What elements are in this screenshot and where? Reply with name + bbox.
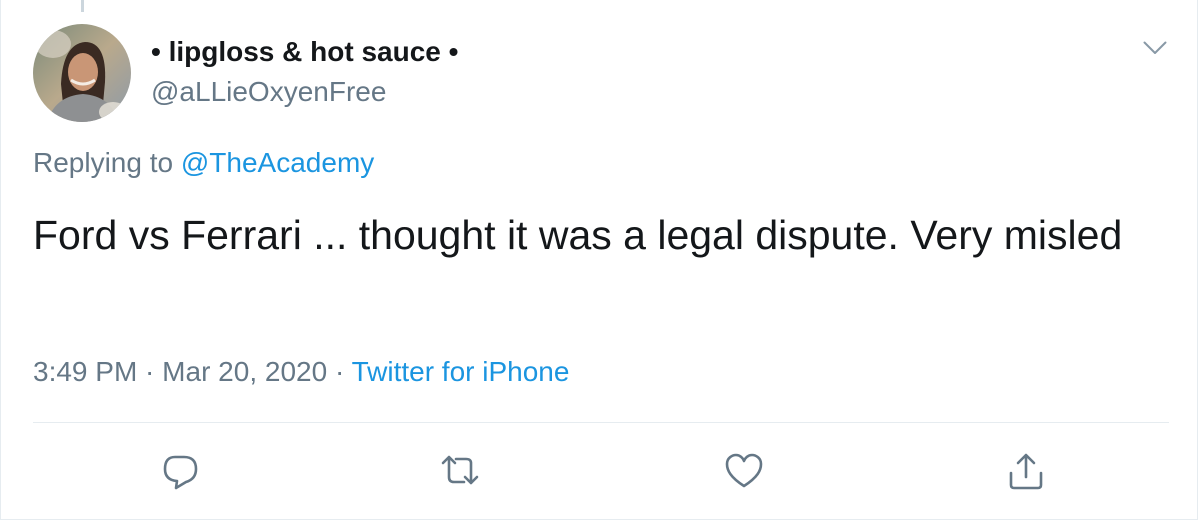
user-handle[interactable]: @aLLieOxyenFree [151,76,386,108]
tweet-date[interactable]: Mar 20, 2020 [162,356,327,387]
divider [33,422,1169,423]
replying-to-line: Replying to @TheAcademy [33,147,374,179]
tweet-meta: 3:49 PM · Mar 20, 2020 · Twitter for iPh… [33,356,569,388]
retweet-icon [441,455,479,485]
tweet-source[interactable]: Twitter for iPhone [352,356,570,387]
meta-separator: · [327,356,352,387]
meta-separator: · [137,356,163,387]
like-button[interactable] [721,448,767,494]
retweet-button[interactable] [437,448,483,494]
replying-to-mention[interactable]: @TheAcademy [181,147,374,178]
replying-to-label: Replying to [33,147,181,178]
tweet-text: Ford vs Ferrari ... thought it was a leg… [33,212,1123,258]
tweet-card: • lipgloss & hot sauce • @aLLieOxyenFree… [0,0,1198,520]
share-button[interactable] [1003,448,1049,494]
thread-connector-line [81,0,84,12]
reply-icon [163,455,198,490]
tweet-time[interactable]: 3:49 PM [33,356,137,387]
heart-icon [725,453,763,488]
chevron-down-icon[interactable] [1139,34,1171,62]
reply-button[interactable] [157,448,203,494]
display-name[interactable]: • lipgloss & hot sauce • [151,36,458,68]
share-icon [1009,453,1043,490]
avatar[interactable] [33,24,131,122]
